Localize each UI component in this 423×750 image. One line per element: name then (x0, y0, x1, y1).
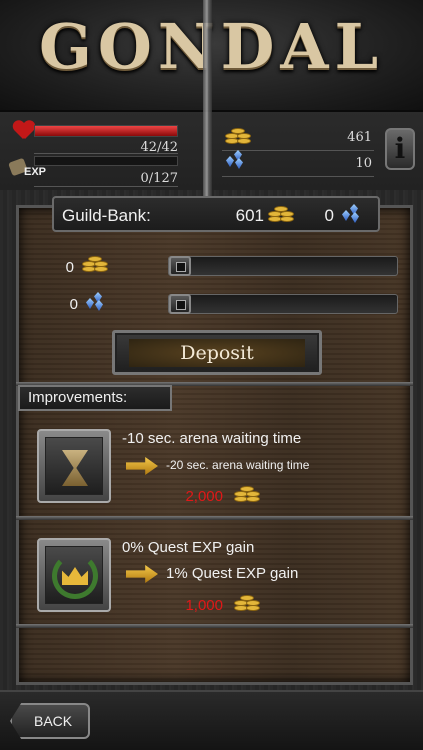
deposit-gem-amount: 0 (69, 296, 78, 313)
gold-coins-icon (225, 126, 255, 146)
exp-bar (34, 156, 178, 166)
guild-bank-gems: 0 (324, 206, 334, 225)
upgrade-next: 1% Quest EXP gain (166, 565, 299, 582)
hourglass-icon (62, 450, 88, 486)
gem-icon (86, 292, 104, 311)
gem-value: 10 (355, 156, 372, 171)
slider-handle[interactable] (169, 294, 191, 314)
gold-coins-icon (234, 593, 264, 613)
divider (222, 150, 374, 151)
upgrade-cost: 2,000 (185, 488, 223, 505)
deposit-gold-amount: 0 (65, 259, 74, 276)
gem-deposit-slider[interactable] (168, 294, 398, 314)
upgrade-title: -10 sec. arena waiting time (122, 430, 302, 447)
guild-bank-gold: 601 (235, 206, 264, 225)
deposit-button[interactable]: Deposit (112, 330, 322, 375)
gold-deposit-slider[interactable] (168, 256, 398, 276)
divider (34, 186, 178, 187)
icon-frame (45, 437, 103, 495)
exp-value: 0/127 (140, 171, 178, 186)
guild-bank-header: Guild-Bank: 601 0 (52, 196, 380, 232)
divider (34, 153, 178, 154)
divider (16, 516, 413, 520)
quest-exp-upgrade-icon[interactable] (37, 538, 111, 612)
upgrade-next: -20 sec. arena waiting time (166, 458, 310, 472)
icon-frame (45, 546, 103, 604)
gem-icon (342, 204, 360, 223)
gem-icon (226, 150, 244, 169)
guild-bank-label: Guild-Bank: (62, 206, 151, 225)
upgrade-cost: 1,000 (185, 597, 223, 614)
upgrade-title: 0% Quest EXP gain (122, 539, 255, 556)
gold-coins-icon (234, 484, 264, 504)
divider (222, 176, 374, 177)
gold-coins-icon (82, 254, 112, 274)
gold-value: 461 (347, 130, 372, 145)
slider-handle[interactable] (169, 256, 191, 276)
info-button[interactable]: i (385, 128, 415, 170)
hp-fill (35, 126, 177, 136)
heart-icon (13, 121, 35, 141)
back-button[interactable]: BACK (10, 703, 90, 739)
improvements-tab: Improvements: (18, 385, 172, 411)
divider (16, 624, 413, 628)
gold-coins-icon (268, 204, 298, 224)
deposit-label: Deposit (129, 339, 305, 367)
arena-upgrade-icon[interactable] (37, 429, 111, 503)
hp-bar (34, 125, 178, 137)
sword-decoration (203, 0, 212, 228)
